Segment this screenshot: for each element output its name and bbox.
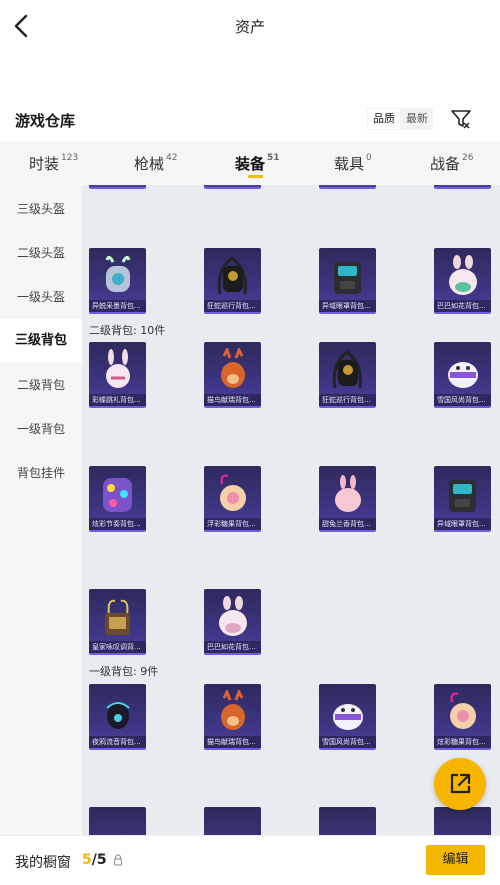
backpack-icon	[332, 350, 362, 389]
backpack-icon	[105, 255, 131, 292]
sidebar-item-helmet-3[interactable]: 三级头盔	[0, 187, 82, 231]
item-card[interactable]	[319, 807, 376, 835]
sidebar-item-backpack-2[interactable]: 二级背包	[0, 363, 82, 407]
tab-supplies[interactable]: 战备 26	[430, 153, 473, 174]
item-card[interactable]: 彩蝶跳礼背包...	[89, 342, 146, 408]
item-name: 异域眼罩背包...	[434, 518, 491, 530]
bottom-bar: 我的橱窗 5/5 编辑	[0, 835, 500, 885]
item-card[interactable]: 巴巴如花背包...	[204, 589, 261, 655]
item-card[interactable]	[434, 185, 491, 189]
backpack-icon	[106, 702, 130, 729]
sort-toggle[interactable]: 品质 最新	[367, 108, 433, 130]
item-card[interactable]: 甜兔兰香背包...	[319, 466, 376, 532]
item-card[interactable]: 狂蛇巡行背包...	[319, 342, 376, 408]
item-name: 甜兔兰香背包...	[319, 518, 376, 530]
backpack-icon	[450, 692, 476, 729]
item-card[interactable]: 异域眼罩背包...	[319, 248, 376, 314]
sidebar: 三级头盔 二级头盔 一级头盔 三级背包 二级背包 一级背包 背包挂件	[0, 185, 82, 835]
item-name: 夜鸦流音背包...	[89, 736, 146, 748]
sidebar-item-helmet-2[interactable]: 二级头盔	[0, 231, 82, 275]
item-name: 猫鸟献瑞背包...	[204, 394, 261, 406]
backpack-icon	[335, 475, 361, 512]
backpack-icon	[217, 256, 247, 295]
item-card[interactable]	[434, 807, 491, 835]
warehouse-title: 游戏仓库	[15, 112, 76, 130]
category-tabs: 时装 123 枪械 42 装备 51 载具 0 战备 26	[0, 141, 500, 185]
item-card[interactable]: 异域眼罩背包...	[434, 466, 491, 532]
page-title: 资产	[234, 18, 265, 36]
item-grid: 异蜕采墨背包... 狂蛇巡行背包... 异域眼罩背包... 巴巴如花背包... …	[82, 185, 500, 835]
backpack-icon	[448, 362, 478, 388]
backpack-icon	[334, 262, 361, 294]
item-name: 狂蛇巡行背包...	[319, 394, 376, 406]
tab-equipment[interactable]: 装备 51	[235, 153, 280, 174]
item-card[interactable]: 猫鸟献瑞背包...	[204, 342, 261, 408]
item-card[interactable]: 雪国风尚背包...	[434, 342, 491, 408]
top-bar: 资产	[0, 0, 500, 52]
item-card[interactable]	[89, 185, 146, 189]
showcase-label: 我的橱窗	[15, 855, 71, 871]
item-name: 雪国风尚背包...	[434, 394, 491, 406]
share-button[interactable]	[434, 758, 486, 810]
tab-fashion[interactable]: 时装 123	[29, 153, 78, 174]
lock-icon	[113, 854, 123, 866]
showcase-count: 5/5	[82, 852, 107, 868]
item-name: 雪国风尚背包...	[319, 736, 376, 748]
item-name: 炫彩糖果背包...	[434, 736, 491, 748]
sidebar-item-backpack-3[interactable]: 三级背包	[0, 319, 82, 363]
item-name: 皇家咏叹调背...	[89, 641, 146, 653]
item-card[interactable]	[319, 185, 376, 189]
backpack-icon	[221, 690, 245, 730]
item-name: 浮彩糖果背包...	[204, 518, 261, 530]
tab-guns[interactable]: 枪械 42	[134, 153, 177, 174]
item-card[interactable]: 雪国风尚背包...	[319, 684, 376, 750]
backpack-icon	[449, 480, 476, 512]
item-card[interactable]	[204, 185, 261, 189]
item-card[interactable]: 巴巴如花背包...	[434, 248, 491, 314]
item-name: 彩蝶跳礼背包...	[89, 394, 146, 406]
item-name: 巴巴如花背包...	[204, 641, 261, 653]
warehouse-header: 游戏仓库 品质 最新	[0, 100, 500, 140]
item-name: 猫鸟献瑞背包...	[204, 736, 261, 748]
backpack-icon	[220, 474, 246, 511]
backpack-icon	[219, 596, 247, 636]
item-card[interactable]: 浮彩糖果背包...	[204, 466, 261, 532]
item-card[interactable]: 异蜕采墨背包...	[89, 248, 146, 314]
backpack-icon	[449, 255, 477, 295]
item-name: 异蜕采墨背包...	[89, 300, 146, 312]
item-name: 巴巴如花背包...	[434, 300, 491, 312]
tab-vehicles[interactable]: 载具 0	[334, 153, 372, 174]
item-card[interactable]	[89, 807, 146, 835]
item-name: 异域眼罩背包...	[319, 300, 376, 312]
edit-button[interactable]: 编辑	[426, 845, 485, 875]
item-card[interactable]: 猫鸟献瑞背包...	[204, 684, 261, 750]
backpack-icon	[103, 478, 132, 512]
group-label-level2: 二级背包: 10件	[89, 324, 166, 337]
item-card[interactable]: 炫彩糖果背包...	[434, 684, 491, 750]
sort-quality-option[interactable]: 品质	[368, 109, 400, 129]
sidebar-item-backpack-1[interactable]: 一级背包	[0, 407, 82, 451]
filter-icon[interactable]	[450, 108, 472, 130]
backpack-icon	[105, 599, 130, 635]
item-card[interactable]: 夜鸦流音背包...	[89, 684, 146, 750]
item-card[interactable]: 狂蛇巡行背包...	[204, 248, 261, 314]
group-label-level1: 一级背包: 9件	[89, 665, 159, 678]
item-card[interactable]: 皇家咏叹调背...	[89, 589, 146, 655]
backpack-icon	[221, 348, 245, 388]
item-card[interactable]: 炫彩节奏背包...	[89, 466, 146, 532]
sidebar-item-backpack-charm[interactable]: 背包挂件	[0, 451, 82, 495]
sort-latest-option[interactable]: 最新	[401, 108, 433, 130]
backpack-icon	[333, 704, 363, 730]
share-icon	[450, 773, 471, 794]
backpack-icon	[106, 349, 130, 388]
item-name: 炫彩节奏背包...	[89, 518, 146, 530]
sidebar-item-helmet-1[interactable]: 一级头盔	[0, 275, 82, 319]
item-card[interactable]	[204, 807, 261, 835]
active-tab-indicator	[248, 175, 263, 178]
item-name: 狂蛇巡行背包...	[204, 300, 261, 312]
